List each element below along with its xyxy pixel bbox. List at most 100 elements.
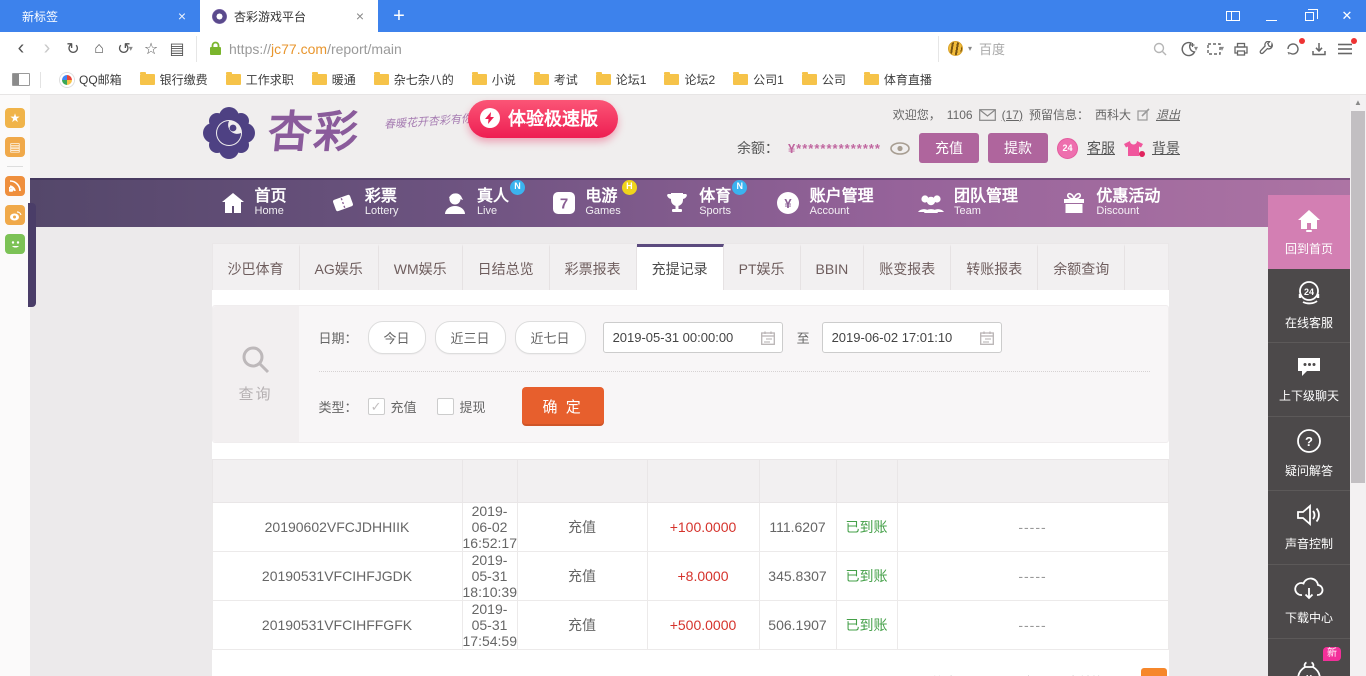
bookmark-item[interactable]: 银行缴费 (131, 68, 217, 91)
side-widget-item[interactable]: 回到首页 (1268, 195, 1350, 269)
side-widget-item[interactable]: ? 疑问解答 (1268, 417, 1350, 491)
night-mode-button[interactable]: ▾ (1176, 36, 1202, 62)
search-input[interactable]: ▾ 百度 (938, 35, 1176, 62)
bookmark-item[interactable]: 杂七杂八的 (365, 68, 463, 91)
report-tab[interactable]: BBIN (801, 244, 865, 290)
report-tab[interactable]: 日结总览 (463, 244, 550, 290)
menu-button[interactable] (1332, 36, 1358, 62)
window-minimize-button[interactable] (1252, 0, 1290, 32)
bookmark-item[interactable]: 论坛1 (587, 68, 656, 91)
bookmark-item[interactable]: 公司 (793, 68, 855, 91)
customer-service-link[interactable]: 客服 (1087, 138, 1115, 158)
window-panel-button[interactable] (1214, 0, 1252, 32)
date-from-input[interactable]: 2019-05-31 00:00:00 (602, 322, 783, 353)
download-button[interactable] (1306, 36, 1332, 62)
tab-close-icon[interactable]: × (174, 8, 190, 24)
quick-range-pill[interactable]: 近三日 (434, 321, 506, 354)
edit-icon[interactable] (1137, 108, 1150, 121)
window-restore-button[interactable] (1290, 0, 1328, 32)
bookmark-item[interactable]: 论坛2 (655, 68, 724, 91)
checkbox-icon[interactable] (436, 398, 454, 415)
report-tab[interactable]: 充提记录 (636, 244, 724, 290)
tshirt-icon[interactable] (1124, 140, 1145, 157)
scrollbar-thumb[interactable] (1351, 111, 1365, 483)
type-checkbox[interactable]: 提现 (436, 397, 486, 416)
print-button[interactable] (1228, 36, 1254, 62)
back-button[interactable]: ‹ (8, 36, 34, 62)
proxy-button[interactable] (1280, 36, 1306, 62)
notes-button[interactable]: ▤ (164, 36, 190, 62)
bookmark-item[interactable]: 工作求职 (217, 68, 303, 91)
report-tab[interactable]: WM娱乐 (379, 244, 463, 290)
calendar-icon[interactable] (760, 331, 775, 345)
search-icon[interactable] (1153, 42, 1167, 56)
report-tab[interactable]: AG娱乐 (300, 244, 379, 290)
browser-tab-site[interactable]: 杏彩游戏平台 × (200, 0, 378, 32)
refresh-button[interactable]: ↻ (60, 36, 86, 62)
mail-icon[interactable] (978, 108, 996, 121)
new-tab-button[interactable]: + (378, 0, 420, 32)
confirm-button[interactable]: 确 定 (521, 387, 604, 426)
capture-button[interactable]: ▾ (1202, 36, 1228, 62)
sidebar-toggle-icon[interactable] (12, 73, 30, 86)
side-panel-handle[interactable] (28, 203, 36, 307)
forward-button[interactable]: › (34, 36, 60, 62)
home-button[interactable]: ⌂ (86, 36, 112, 62)
quick-range-pill[interactable]: 今日 (367, 321, 426, 354)
nav-item[interactable]: 体育 Sports N (664, 179, 748, 218)
tab-close-icon[interactable]: × (352, 8, 368, 24)
date-to-input[interactable]: 2019-06-02 17:01:10 (821, 322, 1002, 353)
mail-count-link[interactable]: (17) (1002, 108, 1023, 122)
quick-range-pill[interactable]: 近七日 (514, 321, 586, 354)
side-widget-item[interactable]: ¥ 新 (1268, 639, 1350, 676)
side-widget-item[interactable]: 24 在线客服 (1268, 269, 1350, 343)
nav-item[interactable]: 7 电游 Games H (552, 179, 637, 218)
site-logo[interactable]: 杏彩 春暖花开杏彩有你! (200, 104, 475, 162)
bookmark-item[interactable]: 考试 (525, 68, 587, 91)
report-tab[interactable]: 余额查询 (1038, 244, 1126, 290)
bookmark-item[interactable]: 小说 (463, 68, 525, 91)
undo-button[interactable]: ↺ ▾ (112, 36, 138, 62)
smiley-icon[interactable] (5, 234, 25, 254)
nav-item[interactable]: 首页 Home (220, 188, 287, 218)
window-close-button[interactable]: ✕ (1328, 0, 1366, 32)
bookmark-item[interactable]: QQ邮箱 (51, 68, 131, 91)
bookmark-item[interactable]: 体育直播 (855, 68, 941, 91)
logout-link[interactable]: 退出 (1156, 106, 1180, 123)
tools-button[interactable] (1254, 36, 1280, 62)
bookmark-item[interactable]: 暖通 (303, 68, 365, 91)
address-bar[interactable]: https://jc77.com/report/main (196, 35, 938, 62)
type-checkbox[interactable]: 充值 (367, 397, 417, 416)
report-tab[interactable]: 账变报表 (864, 244, 952, 290)
report-tab[interactable]: 沙巴体育 (213, 244, 300, 290)
scrollbar-up-arrow[interactable]: ▲ (1350, 95, 1366, 110)
customer-service-24-icon[interactable]: 24 (1057, 137, 1078, 159)
page-1-button[interactable]: 1 (1140, 668, 1167, 676)
report-tab[interactable]: 转账报表 (951, 244, 1039, 290)
background-link[interactable]: 背景 (1152, 138, 1180, 158)
side-widget-item[interactable]: 声音控制 (1268, 491, 1350, 565)
report-tab[interactable]: PT娱乐 (724, 244, 801, 290)
search-engine-icon[interactable] (948, 41, 963, 56)
checkbox-icon[interactable] (367, 398, 385, 415)
memo-icon[interactable]: ▤ (5, 137, 25, 157)
calendar-icon[interactable] (979, 331, 994, 345)
browser-tab-new[interactable]: 新标签 × (0, 0, 200, 32)
deposit-button[interactable]: 充值 (919, 133, 979, 163)
nav-item[interactable]: 优惠活动 Discount (1061, 188, 1160, 218)
bookmark-item[interactable]: 公司1 (724, 68, 793, 91)
favorites-star-icon[interactable]: ★ (5, 108, 25, 128)
nav-item[interactable]: 团队管理 Team (917, 188, 1018, 218)
rss-icon[interactable] (5, 176, 25, 196)
weibo-icon[interactable] (5, 205, 25, 225)
favorite-star-button[interactable]: ☆ (138, 36, 164, 62)
withdraw-button[interactable]: 提款 (988, 133, 1048, 163)
eye-icon[interactable] (890, 141, 910, 155)
side-widget-item[interactable]: 上下级聊天 (1268, 343, 1350, 417)
nav-item[interactable]: 彩票 Lottery (330, 188, 399, 218)
query-button[interactable]: 查询 (212, 306, 299, 442)
speed-version-button[interactable]: 体验极速版 (468, 100, 618, 138)
report-tab[interactable]: 彩票报表 (550, 244, 637, 290)
nav-item[interactable]: 真人 Live N (442, 179, 525, 218)
nav-item[interactable]: ¥ 账户管理 Account (775, 188, 874, 218)
